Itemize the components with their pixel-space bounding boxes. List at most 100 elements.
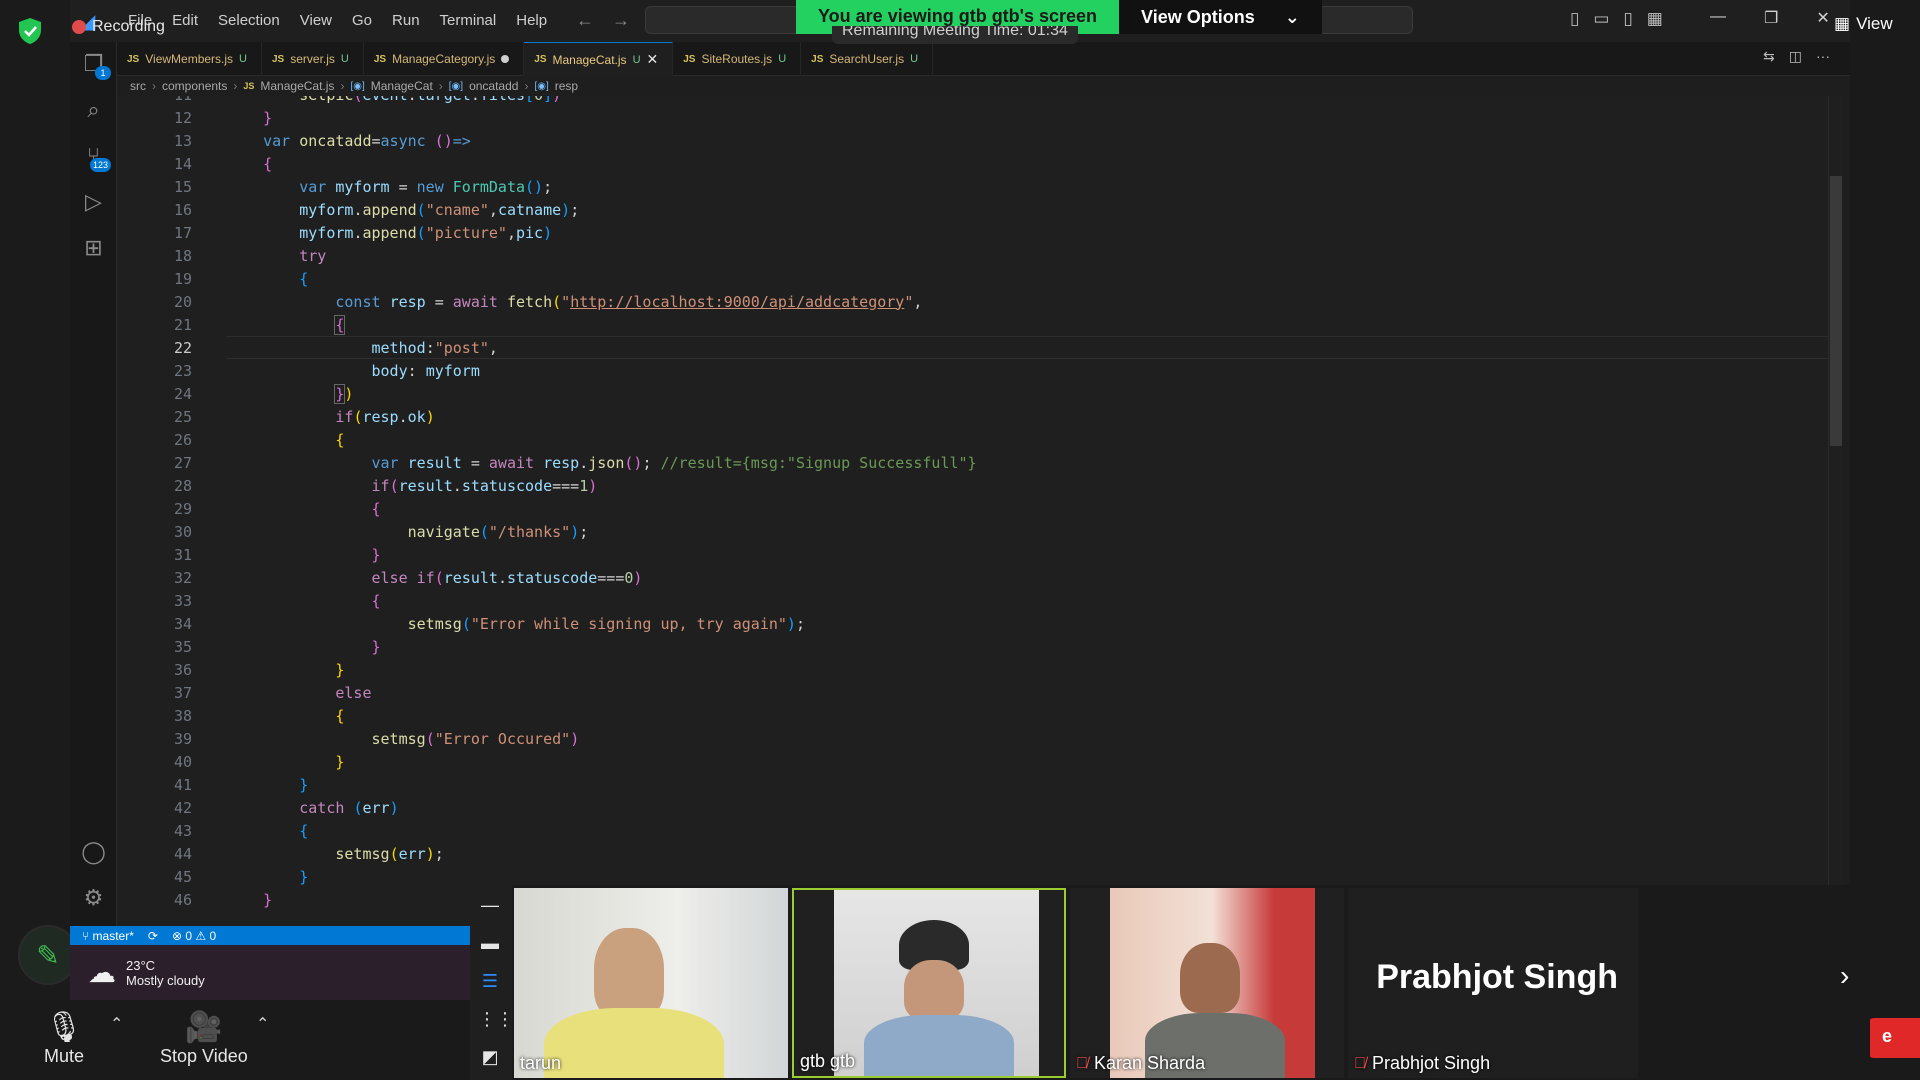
explorer-icon[interactable]: ❐ 1 (70, 44, 117, 84)
gallery-view-icon[interactable]: ⋮⋮⋮ (478, 1009, 532, 1030)
weather-widget[interactable]: ☁ 23°C Mostly cloudy (70, 945, 470, 1000)
branch-status[interactable]: ⑂ master* (82, 929, 134, 943)
participant-name-text: gtb gtb (800, 1051, 856, 1071)
line-number: 46 (173, 890, 192, 909)
source-control-icon[interactable]: ⑂ 123 (70, 136, 117, 176)
breadcrumb-components[interactable]: components (162, 79, 227, 93)
line-number: 18 (173, 246, 192, 265)
next-page-arrow-icon[interactable]: › (1840, 960, 1849, 992)
unsaved-dot-icon[interactable] (501, 55, 510, 63)
editor-scrollbar[interactable] (1828, 96, 1842, 926)
back-arrow-icon[interactable]: ← (576, 10, 594, 31)
warning-count: 0 (209, 928, 217, 943)
menu-run[interactable]: Run (382, 10, 430, 31)
scrollbar-thumb[interactable] (1830, 176, 1842, 446)
menu-go[interactable]: Go (342, 10, 382, 31)
menu-help[interactable]: Help (506, 10, 557, 31)
breadcrumb-file[interactable]: ManageCat.js (260, 79, 334, 93)
code-text: if(resp.ok) (335, 407, 435, 426)
more-actions-icon[interactable]: ··· (1816, 48, 1830, 65)
tab-viewmembers[interactable]: JS ViewMembers.js U (117, 42, 262, 76)
breadcrumb-component[interactable]: ManageCat (371, 79, 433, 93)
code-text: { (299, 821, 309, 840)
line-number: 16 (173, 200, 192, 219)
participant-tile[interactable]: tarun (514, 888, 788, 1078)
code-line: 11 setpic(event.target.files[0]) (117, 96, 1817, 106)
close-window-icon[interactable]: ✕ (1816, 8, 1829, 28)
breadcrumb-function[interactable]: oncatadd (469, 79, 518, 93)
stop-video-button[interactable]: 🎥 Stop Video (160, 1010, 248, 1067)
tab-managecategory[interactable]: JS ManageCategory.js (364, 42, 525, 76)
code-line: 13 var oncatadd=async ()=> (117, 129, 1817, 152)
compare-changes-icon[interactable]: ⇆ (1763, 48, 1775, 65)
view-options-button[interactable]: View Options ⌄ (1119, 0, 1322, 34)
forward-arrow-icon[interactable]: → (612, 10, 630, 31)
tab-label: SiteRoutes.js (701, 52, 773, 66)
code-line: 31 } (117, 543, 1817, 566)
security-shield-icon[interactable] (15, 16, 45, 46)
close-tab-icon[interactable]: ✕ (647, 51, 659, 68)
customize-layout-icon[interactable]: ▦ (1647, 9, 1663, 29)
code-editor[interactable]: 11 setpic(event.target.files[0]) 12 } 13… (117, 96, 1837, 926)
chevron-down-icon: ⌄ (1284, 6, 1300, 27)
participant-tile[interactable]: Prabhjot Singh 🎙̸ Prabhjot Singh (1348, 888, 1638, 1078)
run-debug-icon[interactable]: ▷ (70, 182, 117, 222)
video-options-caret-icon[interactable]: ⌃ (256, 1014, 269, 1034)
menu-terminal[interactable]: Terminal (430, 10, 507, 31)
code-text: body: myform (371, 361, 480, 380)
code-line: 44 setmsg(err); (117, 842, 1817, 865)
extensions-icon[interactable]: ⊞ (70, 228, 117, 268)
line-number: 34 (173, 614, 192, 633)
code-line: 25 if(resp.ok) (117, 405, 1817, 428)
minimize-strip-icon[interactable]: — (478, 895, 502, 916)
breadcrumb-src[interactable]: src (130, 79, 146, 93)
menu-selection[interactable]: Selection (208, 10, 290, 31)
chevron-right-icon: › (340, 79, 345, 93)
participant-tile[interactable]: 🎙̸ Karan Sharda (1070, 888, 1344, 1078)
toggle-sidebar-icon[interactable]: ▯ (1570, 9, 1579, 29)
tab-siteroutes[interactable]: JS SiteRoutes.js U (673, 42, 802, 76)
code-text: setmsg("Error while signing up, try agai… (407, 614, 805, 633)
code-line: 21 { (117, 313, 1817, 336)
menu-edit[interactable]: Edit (162, 10, 208, 31)
audio-options-caret-icon[interactable]: ⌃ (110, 1014, 123, 1034)
code-line: 33 { (117, 589, 1817, 612)
split-editor-icon[interactable]: ◫ (1789, 48, 1802, 65)
speaker-view-icon[interactable]: ▬ (478, 933, 502, 954)
window-controls: — ❐ ✕ (1710, 8, 1830, 28)
js-file-icon: JS (373, 53, 387, 65)
toggle-secondary-sidebar-icon[interactable]: ▯ (1623, 9, 1632, 29)
tab-searchuser[interactable]: JS SearchUser.js U (801, 42, 934, 76)
code-line: 32 else if(result.statuscode===0) (117, 566, 1817, 589)
breadcrumb-variable[interactable]: resp (555, 79, 578, 93)
tab-label: ManageCat.js (552, 52, 627, 67)
restore-icon[interactable]: ❐ (1764, 8, 1778, 28)
participant-name: tarun (520, 1053, 561, 1074)
mute-button[interactable]: 🎙 Mute (44, 1010, 84, 1067)
code-line: 38 { (117, 704, 1817, 727)
tab-server[interactable]: JS server.js U (262, 42, 364, 76)
sync-icon[interactable]: ⟳ (148, 929, 158, 943)
view-button[interactable]: ▦ View (1834, 14, 1893, 34)
tab-managecat[interactable]: JS ManageCat.js U ✕ (524, 42, 674, 76)
code-line: 17 myform.append("picture",pic) (117, 221, 1817, 244)
participant-tile-active-speaker[interactable]: gtb gtb (792, 888, 1066, 1078)
settings-gear-icon[interactable]: ⚙ (70, 878, 117, 918)
tab-status: U (340, 53, 349, 65)
js-file-icon: JS (272, 53, 285, 65)
filmstrip-view-icon[interactable]: ☰ (478, 971, 502, 992)
search-icon[interactable]: ⌕ (70, 90, 117, 130)
accounts-icon[interactable]: ◯ (70, 832, 117, 872)
end-meeting-button[interactable]: e (1868, 1018, 1920, 1058)
code-text: catch (err) (299, 798, 399, 817)
menu-bar: File Edit Selection View Go Run Terminal… (118, 10, 557, 31)
menu-view[interactable]: View (290, 10, 342, 31)
code-line: 26 { (117, 428, 1817, 451)
annotate-pencil-icon[interactable]: ✎ (18, 925, 78, 985)
code-line: 23 body: myform (117, 359, 1817, 382)
pip-view-icon[interactable]: ◩ (478, 1047, 502, 1068)
problems-status[interactable]: ⊗ 0 ⚠ 0 (172, 929, 216, 943)
toggle-panel-icon[interactable]: ▭ (1593, 9, 1609, 29)
minimize-icon[interactable]: — (1710, 8, 1726, 28)
code-text: } (371, 545, 381, 564)
